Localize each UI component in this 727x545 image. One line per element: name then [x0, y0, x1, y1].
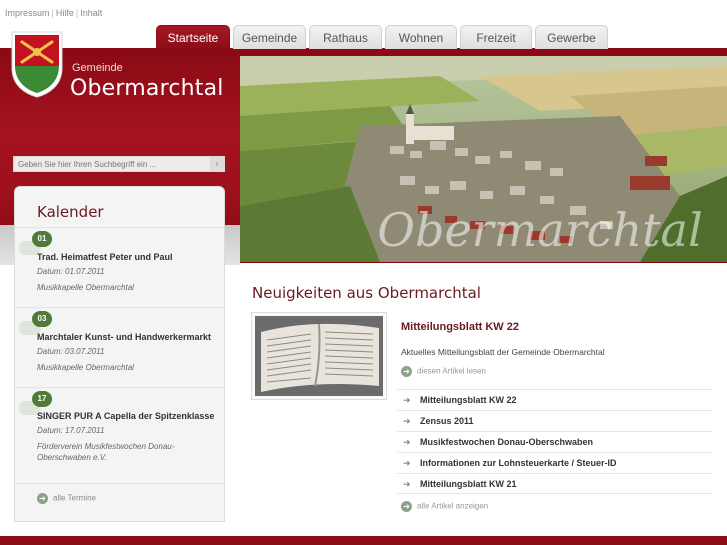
- main-nav-tabs: Startseite Gemeinde Rathaus Wohnen Freiz…: [156, 25, 608, 49]
- hero-aerial-image: Obermarchtal: [240, 56, 727, 262]
- calendar-event[interactable]: 17 SINGER PUR A Capella der Spitzenklass…: [15, 387, 224, 483]
- event-date: Datum: 03.07.2011: [37, 347, 105, 356]
- hero-overlay-text: Obermarchtal: [377, 203, 702, 257]
- event-date: Datum: 17.07.2011: [37, 426, 105, 435]
- meta-nav: Impressum | Hilfe | Inhalt: [5, 8, 102, 18]
- brand-prefix: Gemeinde: [72, 62, 123, 74]
- search-box: ›: [13, 156, 225, 172]
- news-list-item[interactable]: ➜ Musikfestwochen Donau-Oberschwaben: [397, 431, 712, 452]
- event-organizer: Förderverein Musikfestwochen Donau-Obers…: [37, 442, 175, 462]
- search-submit-icon[interactable]: ›: [210, 157, 224, 171]
- arrow-right-icon: ➜: [403, 395, 411, 405]
- arrow-right-icon: ➜: [403, 437, 411, 447]
- arrow-right-icon: ➜: [403, 416, 411, 426]
- tab-gewerbe[interactable]: Gewerbe: [535, 25, 608, 49]
- event-day-badge: 17: [32, 391, 52, 407]
- search-input[interactable]: [14, 157, 210, 171]
- news-item-label: Informationen zur Lohnsteuerkarte / Steu…: [420, 458, 617, 468]
- event-title[interactable]: Marchtaler Kunst- und Handwerkermarkt: [37, 332, 221, 342]
- featured-article-teaser: Aktuelles Mitteilungsblatt der Gemeinde …: [401, 347, 605, 357]
- calendar-heading: Kalender: [37, 203, 104, 221]
- news-item-label: Mitteilungsblatt KW 21: [420, 479, 517, 489]
- news-list-item[interactable]: ➜ Informationen zur Lohnsteuerkarte / Ste…: [397, 452, 712, 473]
- tab-wohnen[interactable]: Wohnen: [385, 25, 457, 49]
- event-day-badge: 03: [32, 311, 52, 327]
- calendar-event[interactable]: 03 Marchtaler Kunst- und Handwerkermarkt…: [15, 307, 224, 387]
- news-heading: Neuigkeiten aus Obermarchtal: [252, 284, 481, 302]
- tab-rathaus[interactable]: Rathaus: [309, 25, 382, 49]
- read-article-link[interactable]: ➜ diesen Artikel lesen: [401, 366, 486, 377]
- arrow-right-icon: ➜: [401, 366, 412, 377]
- news-item-label: Musikfestwochen Donau-Oberschwaben: [420, 437, 594, 447]
- news-list: ➜ Mitteilungsblatt KW 22 ➜ Zensus 2011 ➜ Mu…: [397, 389, 712, 494]
- news-list-item[interactable]: ➜ Mitteilungsblatt KW 21: [397, 473, 712, 494]
- arrow-right-icon: ➜: [401, 501, 412, 512]
- brand-name[interactable]: Obermarchtal: [70, 76, 224, 101]
- arrow-right-icon: ➜: [403, 479, 411, 489]
- all-articles-label: alle Artikel anzeigen: [417, 501, 489, 511]
- event-organizer: Musikkapelle Obermarchtal: [37, 363, 134, 372]
- arrow-right-icon: ➜: [37, 493, 48, 504]
- calendar-panel: Kalender 01 Trad. Heimatfest Peter und P…: [14, 186, 225, 522]
- read-article-label: diesen Artikel lesen: [417, 366, 486, 376]
- tab-gemeinde[interactable]: Gemeinde: [233, 25, 306, 49]
- coat-of-arms-logo[interactable]: [10, 30, 64, 98]
- all-events-link[interactable]: ➜ alle Termine: [37, 493, 96, 504]
- tab-freizeit[interactable]: Freizeit: [460, 25, 532, 49]
- news-list-item[interactable]: ➜ Mitteilungsblatt KW 22: [397, 389, 712, 410]
- event-day-badge: 01: [32, 231, 52, 247]
- news-item-label: Mitteilungsblatt KW 22: [420, 395, 517, 405]
- footer-bar: [0, 536, 727, 545]
- book-photo: [255, 316, 383, 396]
- impressum-link[interactable]: Impressum: [5, 8, 50, 18]
- tab-startseite[interactable]: Startseite: [156, 25, 230, 49]
- event-title[interactable]: SINGER PUR A Capella der Spitzenklasse: [37, 411, 221, 421]
- event-title[interactable]: Trad. Heimatfest Peter und Paul: [37, 252, 221, 262]
- inhalt-link[interactable]: Inhalt: [80, 8, 102, 18]
- arrow-right-icon: ➜: [403, 458, 411, 468]
- event-date: Datum: 01.07.2011: [37, 267, 105, 276]
- divider: [15, 483, 224, 484]
- news-thumbnail[interactable]: [251, 312, 387, 400]
- featured-article-title[interactable]: Mitteilungsblatt KW 22: [401, 321, 519, 333]
- news-item-label: Zensus 2011: [420, 416, 474, 426]
- all-articles-link[interactable]: ➜ alle Artikel anzeigen: [401, 501, 488, 512]
- calendar-event[interactable]: 01 Trad. Heimatfest Peter und Paul Datum…: [15, 227, 224, 307]
- all-events-label: alle Termine: [53, 493, 96, 503]
- news-list-item[interactable]: ➜ Zensus 2011: [397, 410, 712, 431]
- event-organizer: Musikkapelle Obermarchtal: [37, 283, 134, 292]
- hilfe-link[interactable]: Hilfe: [56, 8, 74, 18]
